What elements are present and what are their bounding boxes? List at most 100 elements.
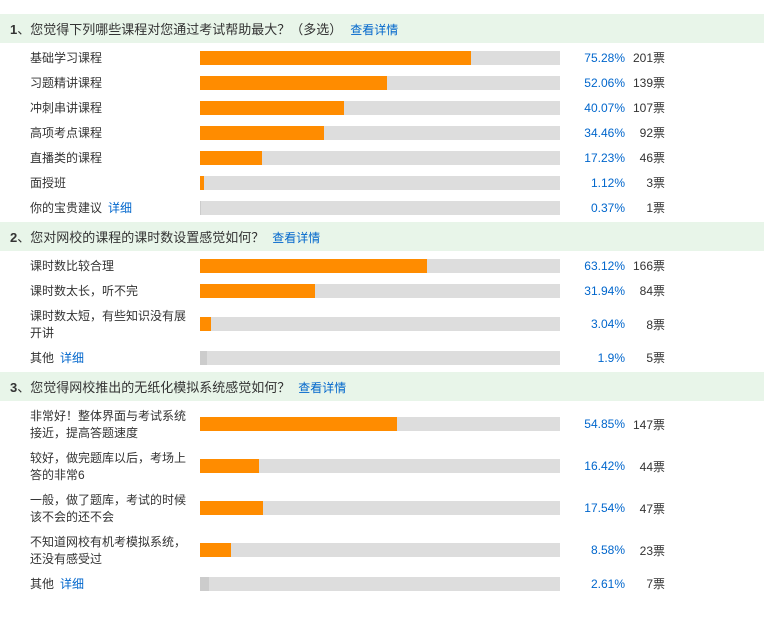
row-label: 习题精讲课程	[30, 74, 190, 91]
percent-value: 0.37%	[570, 201, 625, 215]
row-label: 不知道网校有机考模拟系统，还没有感受过	[30, 533, 190, 567]
row-label-text: 习题精讲课程	[30, 74, 102, 91]
bar-fill	[200, 151, 262, 165]
votes-value: 8票	[625, 316, 665, 333]
votes-value: 5票	[625, 349, 665, 366]
row-label: 基础学习课程	[30, 49, 190, 66]
bar-fill	[200, 101, 344, 115]
section-number: 2、您对网校的课程的课时数设置感觉如何？	[10, 230, 264, 245]
row-label-text: 直播类的课程	[30, 149, 102, 166]
percent-value: 52.06%	[570, 76, 625, 90]
bar-container	[200, 459, 560, 473]
section-detail-link[interactable]: 查看详情	[350, 23, 398, 37]
votes-value: 1票	[625, 199, 665, 216]
row-label: 较好，做完题库以后，考场上答的非常6	[30, 449, 190, 483]
bar-container	[200, 176, 560, 190]
percent-value: 75.28%	[570, 51, 625, 65]
bar-fill	[200, 577, 209, 591]
row-label: 冲刺串讲课程	[30, 99, 190, 116]
section-detail-link[interactable]: 查看详情	[298, 381, 346, 395]
bar-fill	[200, 126, 324, 140]
bar-fill	[200, 51, 471, 65]
bar-container	[200, 317, 560, 331]
percent-value: 31.94%	[570, 284, 625, 298]
percent-value: 17.54%	[570, 501, 625, 515]
votes-value: 139票	[625, 74, 665, 91]
bar-fill	[200, 317, 211, 331]
table-row: 非常好！整体界面与考试系统接近，提高答题速度 54.85%147票	[0, 403, 764, 445]
row-label-text: 课时数比较合理	[30, 257, 114, 274]
bar-fill	[200, 284, 315, 298]
row-detail-link[interactable]: 详细	[60, 575, 84, 592]
section-header-2: 2、您对网校的课程的课时数设置感觉如何？ 查看详情	[0, 222, 764, 251]
table-row: 你的宝贵建议 详细 0.37%1票	[0, 195, 764, 220]
bar-fill	[200, 459, 259, 473]
row-label-text: 课时数太短，有些知识没有展开讲	[30, 307, 190, 341]
row-detail-link[interactable]: 详细	[60, 349, 84, 366]
bar-fill	[200, 417, 397, 431]
table-row: 直播类的课程 17.23%46票	[0, 145, 764, 170]
section-number: 3、您觉得网校推出的无纸化模拟系统感觉如何？	[10, 380, 290, 395]
row-label-text: 冲刺串讲课程	[30, 99, 102, 116]
row-label-text: 不知道网校有机考模拟系统，还没有感受过	[30, 533, 190, 567]
votes-value: 3票	[625, 174, 665, 191]
table-row: 面授班 1.12%3票	[0, 170, 764, 195]
votes-value: 147票	[625, 416, 665, 433]
row-label-text: 一般，做了题库，考试的时候该不会的还不会	[30, 491, 190, 525]
bar-container	[200, 126, 560, 140]
votes-value: 84票	[625, 282, 665, 299]
row-label-text: 较好，做完题库以后，考场上答的非常6	[30, 449, 190, 483]
row-label: 一般，做了题库，考试的时候该不会的还不会	[30, 491, 190, 525]
row-detail-link[interactable]: 详细	[108, 199, 132, 216]
votes-value: 201票	[625, 49, 665, 66]
percent-value: 63.12%	[570, 259, 625, 273]
row-label: 你的宝贵建议 详细	[30, 199, 190, 216]
section-rows-2: 课时数比较合理 63.12%166票课时数太长，听不完 31.94%84票课时数太短…	[0, 251, 764, 372]
row-label-text: 其他	[30, 349, 54, 366]
percent-value: 17.23%	[570, 151, 625, 165]
table-row: 高项考点课程34.46%92票	[0, 120, 764, 145]
section-detail-link[interactable]: 查看详情	[272, 231, 320, 245]
section-rows-1: 基础学习课程 75.28%201票习题精讲课程 52.06%139票冲刺串讲课程 40…	[0, 43, 764, 222]
bar-container	[200, 101, 560, 115]
bar-fill	[200, 543, 231, 557]
bar-fill	[200, 201, 201, 215]
row-label: 其他 详细	[30, 575, 190, 592]
bar-container	[200, 51, 560, 65]
table-row: 冲刺串讲课程40.07%107票	[0, 95, 764, 120]
bar-container	[200, 577, 560, 591]
percent-value: 16.42%	[570, 459, 625, 473]
table-row: 习题精讲课程 52.06%139票	[0, 70, 764, 95]
bar-fill	[200, 176, 204, 190]
row-label-text: 面授班	[30, 174, 66, 191]
row-label-text: 课时数太长，听不完	[30, 282, 138, 299]
section-rows-3: 非常好！整体界面与考试系统接近，提高答题速度 54.85%147票较好，做完题库以…	[0, 401, 764, 598]
bar-container	[200, 351, 560, 365]
votes-value: 23票	[625, 542, 665, 559]
bar-fill	[200, 76, 387, 90]
row-label: 课时数太长，听不完	[30, 282, 190, 299]
bar-container	[200, 417, 560, 431]
votes-value: 92票	[625, 124, 665, 141]
table-row: 不知道网校有机考模拟系统，还没有感受过 8.58%23票	[0, 529, 764, 571]
percent-value: 40.07%	[570, 101, 625, 115]
percent-value: 8.58%	[570, 543, 625, 557]
table-row: 其他 详细 2.61%7票	[0, 571, 764, 596]
bar-container	[200, 151, 560, 165]
row-label: 非常好！整体界面与考试系统接近，提高答题速度	[30, 407, 190, 441]
table-row: 课时数太短，有些知识没有展开讲3.04%8票	[0, 303, 764, 345]
percent-value: 54.85%	[570, 417, 625, 431]
bar-fill	[200, 259, 427, 273]
percent-value: 2.61%	[570, 577, 625, 591]
votes-value: 47票	[625, 500, 665, 517]
votes-value: 7票	[625, 575, 665, 592]
row-label-text: 其他	[30, 575, 54, 592]
section-number: 1、您觉得下列哪些课程对您通过考试帮助最大？（多选）	[10, 22, 342, 37]
votes-value: 44票	[625, 458, 665, 475]
percent-value: 1.12%	[570, 176, 625, 190]
bar-fill	[200, 351, 207, 365]
votes-value: 166票	[625, 257, 665, 274]
bar-container	[200, 259, 560, 273]
votes-value: 46票	[625, 149, 665, 166]
percent-value: 34.46%	[570, 126, 625, 140]
